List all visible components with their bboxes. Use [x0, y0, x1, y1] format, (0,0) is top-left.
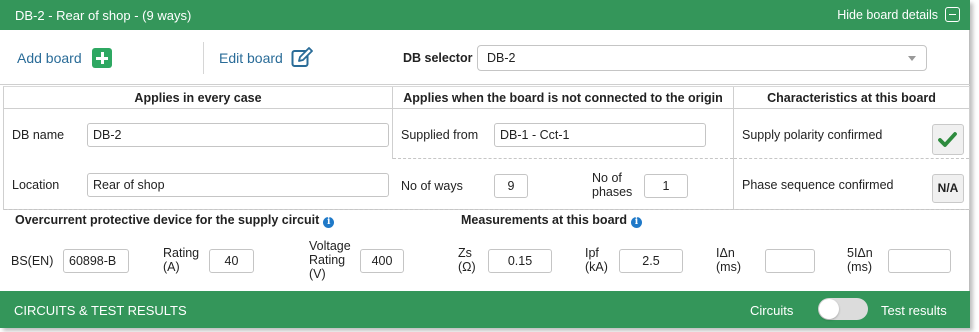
supplied-from-input[interactable]: DB-1 - Cct-1 — [494, 123, 706, 147]
ocpd-section-title: Overcurrent protective device for the su… — [15, 213, 335, 228]
ipf-input[interactable]: 2.5 — [619, 249, 683, 273]
toolbar-divider — [203, 42, 204, 74]
voltage-rating-label: Voltage Rating (V) — [309, 239, 351, 281]
rating-input[interactable]: 40 — [209, 249, 254, 273]
idn-label: IΔn (ms) — [716, 246, 741, 274]
ipf-label-line2: (kA) — [585, 260, 608, 274]
no-of-phases-label-line1: No of — [592, 171, 622, 185]
supply-polarity-label: Supply polarity confirmed — [742, 128, 883, 142]
minus-square-icon[interactable] — [945, 7, 960, 22]
circuits-test-results-toggle[interactable] — [818, 298, 868, 320]
measurements-section-title: Measurements at this board i — [461, 213, 643, 228]
board-header: DB-2 - Rear of shop - (9 ways) Hide boar… — [0, 0, 970, 30]
circuits-footer-bar: CIRCUITS & TEST RESULTS Circuits Test re… — [0, 291, 970, 328]
phase-sequence-button[interactable]: N/A — [932, 174, 964, 203]
circuits-toggle-label[interactable]: Circuits — [750, 303, 793, 318]
idn-input[interactable] — [765, 249, 815, 273]
rating-label-line1: Rating — [163, 246, 200, 260]
edit-board-link[interactable]: Edit board — [219, 50, 283, 66]
column-header-characteristics: Characteristics at this board — [767, 91, 936, 105]
footer-title: CIRCUITS & TEST RESULTS — [14, 303, 187, 318]
info-icon[interactable]: i — [631, 217, 643, 228]
zs-label: Zs (Ω) — [458, 246, 476, 274]
phase-sequence-label: Phase sequence confirmed — [742, 178, 894, 192]
five-idn-input[interactable] — [888, 249, 951, 273]
db-name-input[interactable]: DB-2 — [87, 123, 389, 147]
board-characteristics-grid: Applies in every case Applies when the b… — [3, 86, 970, 210]
board-title: DB-2 - Rear of shop - (9 ways) — [15, 8, 192, 23]
ipf-label: Ipf (kA) — [585, 246, 608, 274]
test-results-toggle-label[interactable]: Test results — [881, 303, 947, 318]
ipf-label-line1: Ipf — [585, 246, 599, 260]
no-of-ways-label: No of ways — [401, 179, 463, 193]
location-input[interactable]: Rear of shop — [87, 173, 389, 197]
voltage-label-line2: Rating — [309, 253, 346, 267]
toolbar: Add board Edit board DB selector DB-2 — [0, 30, 970, 85]
no-of-ways-input[interactable]: 9 — [494, 174, 528, 198]
db-selector-label: DB selector — [403, 51, 473, 65]
zs-label-line1: Zs — [458, 246, 472, 260]
bs-en-label: BS(EN) — [11, 254, 54, 268]
dashed-divider-3 — [734, 158, 969, 159]
no-of-phases-input[interactable]: 1 — [644, 174, 688, 198]
zs-label-line2: (Ω) — [458, 260, 476, 274]
voltage-label-line3: (V) — [309, 267, 326, 281]
info-icon[interactable]: i — [323, 217, 335, 228]
five-idn-label-line2: (ms) — [847, 260, 872, 274]
dashed-divider-2 — [4, 209, 969, 210]
rating-label: Rating (A) — [163, 246, 199, 274]
check-icon — [938, 132, 957, 147]
toggle-knob[interactable] — [819, 299, 839, 319]
voltage-rating-input[interactable]: 400 — [360, 249, 404, 273]
supplied-from-label: Supplied from — [401, 128, 479, 142]
location-label: Location — [12, 178, 60, 192]
five-idn-label: 5IΔn (ms) — [847, 246, 873, 274]
dashed-divider-1 — [393, 158, 733, 159]
idn-label-line2: (ms) — [716, 260, 741, 274]
db-selector-dropdown[interactable]: DB-2 — [477, 45, 927, 71]
add-board-link[interactable]: Add board — [17, 50, 82, 66]
idn-label-line1: IΔn — [716, 246, 735, 260]
rating-label-line2: (A) — [163, 260, 180, 274]
bs-en-input[interactable]: 60898-B — [63, 249, 129, 273]
edit-icon[interactable] — [291, 47, 315, 69]
ocpd-title: Overcurrent protective device for the su… — [15, 213, 320, 227]
board-details-panel: DB-2 - Rear of shop - (9 ways) Hide boar… — [0, 0, 970, 328]
no-of-phases-label-line2: phases — [592, 185, 633, 199]
five-idn-label-line1: 5IΔn — [847, 246, 873, 260]
db-selector-value: DB-2 — [487, 51, 516, 65]
supply-polarity-check-button[interactable] — [932, 124, 964, 155]
column-divider-2 — [733, 87, 734, 209]
header-divider — [4, 108, 969, 109]
plus-square-icon[interactable] — [92, 48, 112, 68]
no-of-phases-label: No of phases — [592, 171, 632, 199]
dropdown-arrow-icon — [908, 56, 916, 61]
hide-board-details-link[interactable]: Hide board details — [837, 8, 938, 22]
measurements-title: Measurements at this board — [461, 213, 628, 227]
column-header-every-case: Applies in every case — [134, 91, 262, 105]
zs-input[interactable]: 0.15 — [488, 249, 552, 273]
column-header-not-origin: Applies when the board is not connected … — [403, 91, 723, 105]
voltage-label-line1: Voltage — [309, 239, 351, 253]
db-name-label: DB name — [12, 128, 65, 142]
